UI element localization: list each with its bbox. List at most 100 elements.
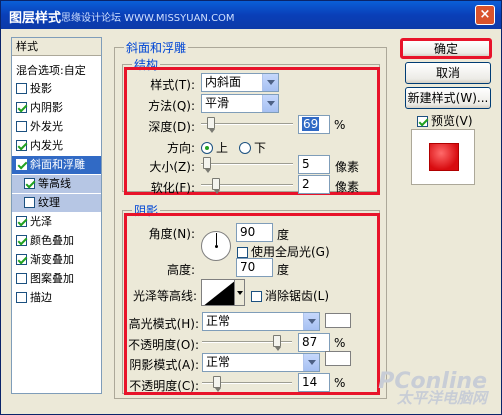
soften-slider[interactable] xyxy=(201,178,293,194)
slider-thumb[interactable] xyxy=(213,376,221,392)
shadow-opacity-unit: % xyxy=(334,376,346,390)
angle-dial[interactable] xyxy=(201,231,231,261)
depth-unit: % xyxy=(334,118,346,132)
new-style-button[interactable]: 新建样式(W)... xyxy=(405,87,491,109)
direction-label: 方向: xyxy=(166,141,195,155)
slider-thumb[interactable] xyxy=(207,117,215,133)
slider-track xyxy=(201,163,293,165)
gloss-contour-dropdown[interactable] xyxy=(235,279,245,306)
style-preview xyxy=(411,129,475,185)
highlight-opacity-slider[interactable] xyxy=(202,335,292,351)
shadow-color-swatch[interactable] xyxy=(325,351,351,366)
highlight-opacity-label: 不透明度(O): xyxy=(128,338,199,352)
style-item-label: 外发光 xyxy=(30,120,63,133)
shadow-opacity-input[interactable]: 14 xyxy=(298,373,330,392)
highlight-mode-select[interactable]: 正常 xyxy=(202,312,320,331)
shadow-opacity-value: 14 xyxy=(302,375,318,389)
style-label: 样式(T): xyxy=(150,78,195,92)
close-button[interactable]: × xyxy=(475,5,495,25)
style-list-item[interactable]: 外发光 xyxy=(12,118,101,136)
gloss-contour-label: 光泽等高线: xyxy=(132,289,197,303)
soften-input[interactable]: 2 xyxy=(298,175,330,194)
altitude-unit: 度 xyxy=(277,263,290,277)
depth-value: 69 xyxy=(302,117,320,131)
preview-option[interactable]: 预览(V) xyxy=(417,112,473,129)
style-item-checkbox[interactable] xyxy=(24,178,35,189)
depth-slider[interactable] xyxy=(201,117,293,133)
style-item-checkbox[interactable] xyxy=(16,273,27,284)
global-light-checkbox[interactable] xyxy=(237,247,248,258)
style-item-label: 内发光 xyxy=(30,139,63,152)
anti-alias-option[interactable]: 消除锯齿(L) xyxy=(251,287,329,304)
style-item-checkbox[interactable] xyxy=(16,83,27,94)
style-item-checkbox[interactable] xyxy=(16,235,27,246)
style-list-item[interactable]: 颜色叠加 xyxy=(12,232,101,250)
style-select[interactable]: 内斜面 xyxy=(201,73,279,92)
style-item-checkbox[interactable] xyxy=(16,292,27,303)
altitude-input[interactable]: 70 xyxy=(236,258,273,277)
chevron-down-icon[interactable] xyxy=(262,95,278,112)
style-list-item[interactable]: 等高线 xyxy=(12,175,101,193)
chevron-down-icon[interactable] xyxy=(303,354,319,371)
global-light-label: 使用全局光(G) xyxy=(251,245,330,259)
style-list-item[interactable]: 图案叠加 xyxy=(12,270,101,288)
highlight-opacity-input[interactable]: 87 xyxy=(298,333,330,352)
slider-thumb[interactable] xyxy=(203,157,211,173)
chevron-down-icon[interactable] xyxy=(303,313,319,330)
style-item-checkbox[interactable] xyxy=(16,121,27,132)
style-list-item[interactable]: 斜面和浮雕 xyxy=(12,156,101,174)
style-item-checkbox[interactable] xyxy=(16,159,27,170)
preview-checkbox[interactable] xyxy=(417,116,428,127)
style-select-value: 内斜面 xyxy=(205,75,242,89)
technique-label: 方法(Q): xyxy=(148,99,195,113)
style-item-checkbox[interactable] xyxy=(16,254,27,265)
altitude-label: 高度: xyxy=(166,263,195,277)
style-list-item[interactable]: 描边 xyxy=(12,289,101,307)
title-bar[interactable]: 图层样式 思缘设计论坛 WWW.MISSYUAN.COM × xyxy=(1,1,501,29)
direction-down-radio[interactable] xyxy=(239,142,251,154)
slider-thumb[interactable] xyxy=(212,178,220,194)
style-list-item[interactable]: 内发光 xyxy=(12,137,101,155)
style-item-label: 渐变叠加 xyxy=(30,253,74,266)
highlight-color-swatch[interactable] xyxy=(325,313,351,328)
shadow-mode-select[interactable]: 正常 xyxy=(202,353,320,372)
style-list-header[interactable]: 样式 xyxy=(12,38,101,56)
style-item-checkbox[interactable] xyxy=(16,140,27,151)
close-icon: × xyxy=(479,7,491,22)
size-slider[interactable] xyxy=(201,157,293,173)
style-list-item[interactable]: 内阴影 xyxy=(12,99,101,117)
slider-thumb[interactable] xyxy=(273,335,281,351)
title-watermark: 思缘设计论坛 WWW.MISSYUAN.COM xyxy=(61,13,235,24)
angle-input[interactable]: 90 xyxy=(236,223,273,242)
style-list-blending-options[interactable]: 混合选项:自定 xyxy=(12,62,101,80)
cancel-button[interactable]: 取消 xyxy=(405,62,491,84)
style-list-item[interactable]: 渐变叠加 xyxy=(12,251,101,269)
chevron-down-icon[interactable] xyxy=(262,74,278,91)
direction-up-radio[interactable] xyxy=(201,142,213,154)
technique-select[interactable]: 平滑 xyxy=(201,94,279,113)
bevel-emboss-title: 斜面和浮雕 xyxy=(124,39,189,56)
depth-input[interactable]: 69 xyxy=(298,115,330,134)
size-input[interactable]: 5 xyxy=(298,155,330,174)
size-unit: 像素 xyxy=(335,160,360,174)
style-list-item[interactable]: 投影 xyxy=(12,80,101,98)
angle-unit: 度 xyxy=(277,228,290,242)
gloss-contour-picker[interactable] xyxy=(201,279,235,306)
soften-unit: 像素 xyxy=(335,180,360,194)
style-item-label: 纹理 xyxy=(38,196,60,209)
style-list-item[interactable]: 纹理 xyxy=(12,194,101,212)
ok-button[interactable]: 确定 xyxy=(400,38,492,59)
style-item-checkbox[interactable] xyxy=(16,216,27,227)
direction-up-option[interactable]: 上 xyxy=(201,139,228,156)
style-item-label: 等高线 xyxy=(38,177,71,190)
style-item-checkbox[interactable] xyxy=(24,197,35,208)
shadow-opacity-slider[interactable] xyxy=(202,376,292,392)
soften-value: 2 xyxy=(302,177,310,191)
layer-style-dialog: 图层样式 思缘设计论坛 WWW.MISSYUAN.COM × 样式 混合选项:自… xyxy=(0,0,502,415)
direction-down-option[interactable]: 下 xyxy=(239,139,266,156)
style-item-checkbox[interactable] xyxy=(16,102,27,113)
style-list-item[interactable]: 光泽 xyxy=(12,213,101,231)
anti-alias-checkbox[interactable] xyxy=(251,291,262,302)
highlight-opacity-value: 87 xyxy=(302,335,318,349)
shadow-mode-label: 阴影模式(A): xyxy=(129,358,199,372)
